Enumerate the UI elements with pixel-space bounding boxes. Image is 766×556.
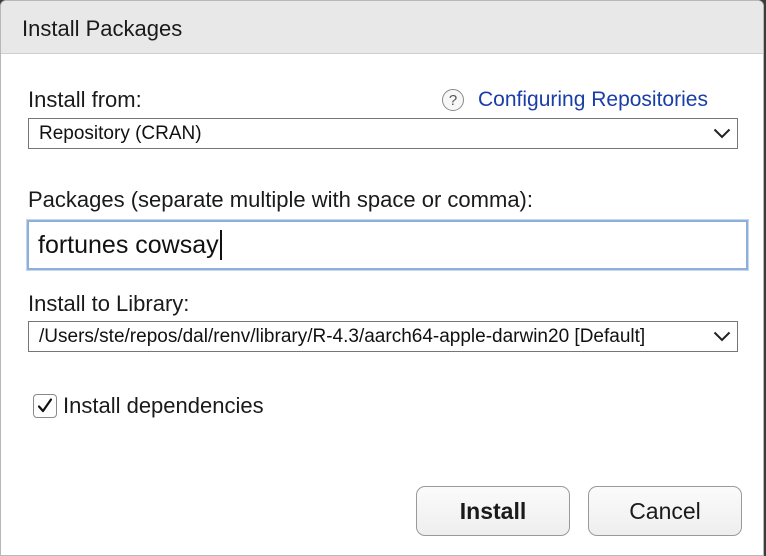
configuring-repositories-link[interactable]: Configuring Repositories — [478, 88, 708, 112]
install-dependencies-row[interactable]: Install dependencies — [33, 393, 264, 419]
text-caret — [219, 230, 222, 260]
install-button[interactable]: Install — [416, 486, 570, 536]
dialog-title: Install Packages — [22, 16, 183, 41]
checkmark-icon — [37, 398, 53, 413]
packages-input[interactable]: fortunes cowsay — [27, 220, 748, 270]
packages-label: Packages (separate multiple with space o… — [28, 187, 533, 212]
chevron-down-icon — [707, 322, 737, 351]
install-from-label: Install from: — [28, 87, 142, 112]
install-from-select[interactable]: Repository (CRAN) — [28, 118, 738, 149]
packages-input-value: fortunes cowsay — [38, 230, 219, 259]
install-dependencies-label[interactable]: Install dependencies — [63, 393, 264, 419]
dialog-titlebar[interactable]: Install Packages — [1, 1, 763, 54]
configuring-repositories-help[interactable]: ? Configuring Repositories — [442, 87, 708, 113]
install-to-library-label: Install to Library: — [28, 291, 190, 316]
library-select[interactable]: /Users/ste/repos/dal/renv/library/R-4.3/… — [28, 321, 738, 352]
install-dependencies-checkbox[interactable] — [33, 394, 57, 418]
library-value: /Users/ste/repos/dal/renv/library/R-4.3/… — [39, 325, 646, 347]
install-from-value: Repository (CRAN) — [39, 122, 202, 144]
cancel-button[interactable]: Cancel — [588, 486, 742, 536]
chevron-down-icon — [707, 119, 737, 148]
question-mark-icon[interactable]: ? — [442, 89, 464, 111]
install-packages-dialog: Install Packages Install from: ? Configu… — [0, 0, 764, 556]
